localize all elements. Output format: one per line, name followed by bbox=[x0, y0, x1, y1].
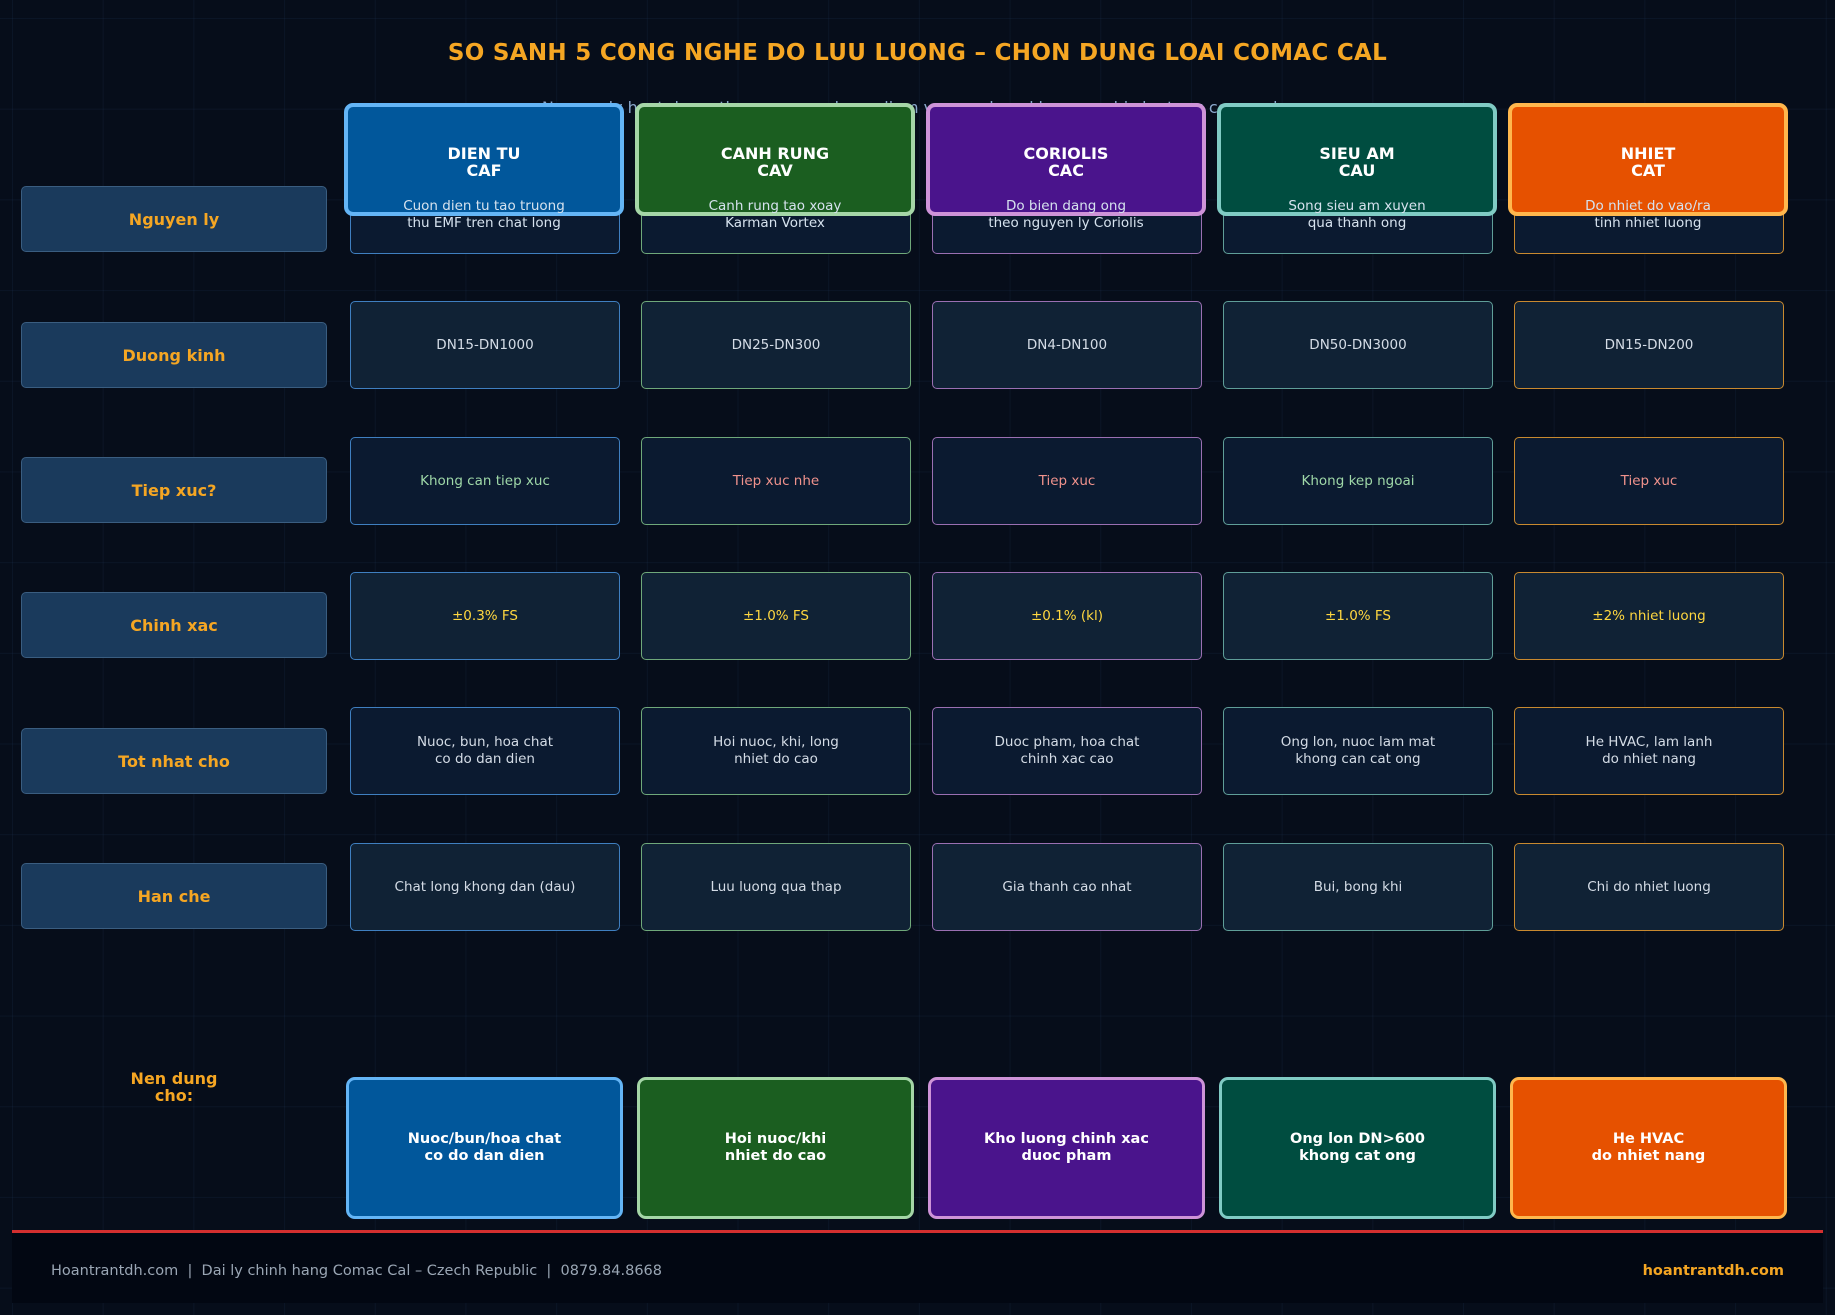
row-label-duong-kinh: Duong kinh bbox=[21, 322, 327, 388]
cell-han-che-cac: Gia thanh cao nhat bbox=[932, 843, 1202, 931]
cell-tiep-xuc-cat: Tiep xuc bbox=[1514, 437, 1784, 525]
row-label-han-che: Han che bbox=[21, 863, 327, 929]
column-header-description: Do bien dang ong theo nguyen ly Coriolis bbox=[988, 198, 1144, 231]
column-header-caf: DIEN TU CAF Cuon dien tu tao truong thu … bbox=[344, 103, 624, 231]
column-header-cat: NHIET CAT Do nhiet do vao/ra tinh nhiet … bbox=[1508, 103, 1788, 231]
cell-tiep-xuc-cac: Tiep xuc bbox=[932, 437, 1202, 525]
column-header-name: NHIET CAT bbox=[1620, 144, 1676, 180]
column-header-cac: CORIOLIS CAC Do bien dang ong theo nguye… bbox=[926, 103, 1206, 231]
cell-duong-kinh-cau: DN50-DN3000 bbox=[1223, 301, 1493, 389]
cell-chinh-xac-cau: ±1.0% FS bbox=[1223, 572, 1493, 660]
cell-tot-nhat-cho-cat: He HVAC, lam lanh do nhiet nang bbox=[1514, 707, 1784, 795]
cell-han-che-cav: Luu luong qua thap bbox=[641, 843, 911, 931]
page-title: SO SANH 5 CONG NGHE DO LUU LUONG – CHON … bbox=[447, 40, 1388, 66]
cell-tiep-xuc-caf: Khong can tiep xuc bbox=[350, 437, 620, 525]
footer: Hoantrantdh.com | Dai ly chinh hang Coma… bbox=[12, 1230, 1823, 1303]
column-header-name: SIEU AM CAU bbox=[1319, 144, 1395, 180]
recommend-label: Nen dung cho: bbox=[130, 1069, 218, 1105]
cell-duong-kinh-cac: DN4-DN100 bbox=[932, 301, 1202, 389]
cell-duong-kinh-cav: DN25-DN300 bbox=[641, 301, 911, 389]
cell-tot-nhat-cho-cac: Duoc pham, hoa chat chinh xac cao bbox=[932, 707, 1202, 795]
cell-chinh-xac-caf: ±0.3% FS bbox=[350, 572, 620, 660]
recommend-box-cau: Ong lon DN>600 khong cat ong bbox=[1219, 1077, 1496, 1219]
column-header-name: CORIOLIS CAC bbox=[1023, 144, 1109, 180]
footer-contact-text: Hoantrantdh.com | Dai ly chinh hang Coma… bbox=[51, 1263, 663, 1279]
recommend-box-caf: Nuoc/bun/hoa chat co do dan dien bbox=[346, 1077, 623, 1219]
footer-website-link[interactable]: hoantrantdh.com bbox=[1643, 1263, 1784, 1279]
cell-han-che-cat: Chi do nhiet luong bbox=[1514, 843, 1784, 931]
cell-tot-nhat-cho-caf: Nuoc, bun, hoa chat co do dan dien bbox=[350, 707, 620, 795]
cell-han-che-cau: Bui, bong khi bbox=[1223, 843, 1493, 931]
cell-tot-nhat-cho-cav: Hoi nuoc, khi, long nhiet do cao bbox=[641, 707, 911, 795]
cell-chinh-xac-cac: ±0.1% (kl) bbox=[932, 572, 1202, 660]
column-header-name: DIEN TU CAF bbox=[447, 144, 521, 180]
column-header-description: Canh rung tao xoay Karman Vortex bbox=[708, 198, 842, 231]
column-header-description: Cuon dien tu tao truong thu EMF tren cha… bbox=[403, 198, 565, 231]
recommend-box-cat: He HVAC do nhiet nang bbox=[1510, 1077, 1787, 1219]
row-label-tot-nhat-cho: Tot nhat cho bbox=[21, 728, 327, 794]
row-label-chinh-xac: Chinh xac bbox=[21, 592, 327, 658]
column-header-description: Do nhiet do vao/ra tinh nhiet luong bbox=[1585, 198, 1711, 231]
cell-chinh-xac-cav: ±1.0% FS bbox=[641, 572, 911, 660]
cell-duong-kinh-cat: DN15-DN200 bbox=[1514, 301, 1784, 389]
column-header-description: Song sieu am xuyen qua thanh ong bbox=[1288, 198, 1426, 231]
cell-chinh-xac-cat: ±2% nhiet luong bbox=[1514, 572, 1784, 660]
recommend-box-cav: Hoi nuoc/khi nhiet do cao bbox=[637, 1077, 914, 1219]
cell-tiep-xuc-cav: Tiep xuc nhe bbox=[641, 437, 911, 525]
column-header-cau: SIEU AM CAU Song sieu am xuyen qua thanh… bbox=[1217, 103, 1497, 231]
cell-duong-kinh-caf: DN15-DN1000 bbox=[350, 301, 620, 389]
cell-tiep-xuc-cau: Khong kep ngoai bbox=[1223, 437, 1493, 525]
cell-han-che-caf: Chat long khong dan (dau) bbox=[350, 843, 620, 931]
column-header-cav: CANH RUNG CAV Canh rung tao xoay Karman … bbox=[635, 103, 915, 231]
column-header-name: CANH RUNG CAV bbox=[720, 144, 830, 180]
recommend-box-cac: Kho luong chinh xac duoc pham bbox=[928, 1077, 1205, 1219]
row-label-tiep-xuc: Tiep xuc? bbox=[21, 457, 327, 523]
row-label-nguyen-ly: Nguyen ly bbox=[21, 186, 327, 252]
cell-tot-nhat-cho-cau: Ong lon, nuoc lam mat khong can cat ong bbox=[1223, 707, 1493, 795]
